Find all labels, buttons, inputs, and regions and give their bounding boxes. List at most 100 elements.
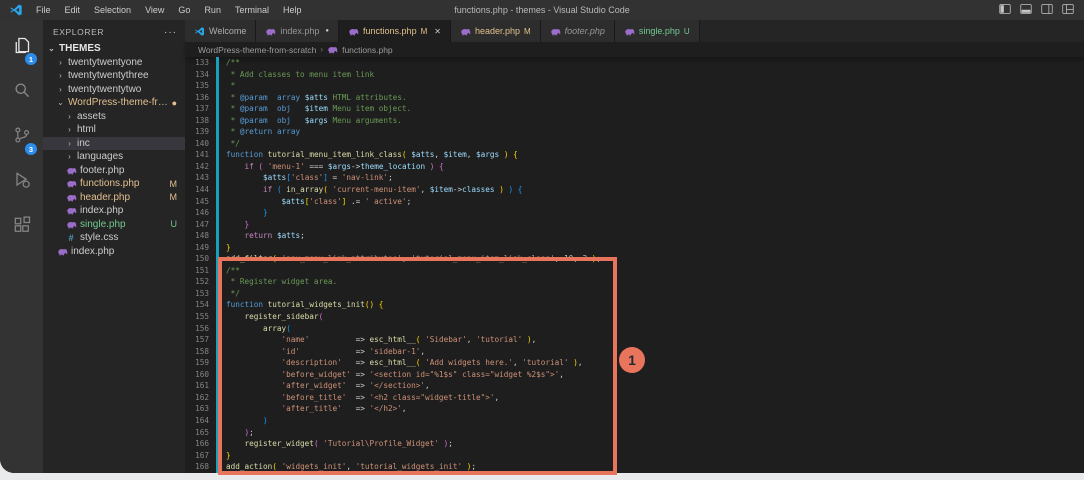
item-label: assets — [77, 110, 106, 122]
activity-source-control[interactable]: 3 — [0, 115, 43, 160]
menu-selection[interactable]: Selection — [87, 0, 138, 20]
vscode-icon — [194, 26, 205, 37]
menu-run[interactable]: Run — [197, 0, 228, 20]
code-text: array( — [263, 323, 291, 333]
line-number: 133 — [195, 58, 209, 67]
code-text: } — [244, 219, 250, 229]
item-label: twentytwentythree — [68, 70, 149, 82]
code-line-149: 149} — [185, 241, 1084, 254]
item-label: html — [77, 124, 96, 136]
code-text: * @param obj $args Menu arguments. — [226, 115, 402, 125]
line-number: 144 — [195, 185, 209, 195]
git-status-badge: U — [170, 219, 178, 230]
item-label: index.php — [80, 205, 124, 217]
tab-index-php[interactable]: index.php ● — [256, 20, 340, 42]
tab-single-php[interactable]: single.php U — [614, 20, 700, 42]
code-line-155: 155 register_sidebar( — [185, 311, 1084, 323]
sidebar-item-twentytwentyone[interactable]: › twentytwentyone — [43, 56, 185, 70]
php-icon — [624, 26, 635, 37]
sidebar-item-style-css[interactable]: # style.css — [43, 231, 185, 245]
toggle-primary-sidebar-icon[interactable] — [999, 3, 1011, 15]
sidebar-item-html[interactable]: › html — [43, 123, 185, 137]
sidebar-item-index-php[interactable]: index.php — [43, 245, 185, 259]
line-number: 139 — [195, 127, 209, 137]
line-number: 158 — [195, 346, 209, 356]
sidebar-item-index-php[interactable]: index.php — [43, 204, 185, 218]
code-line-150: 150 add_filter( 'nav_menu_link_attributes… — [185, 253, 1084, 265]
activity-explorer[interactable]: 1 — [0, 25, 43, 70]
menu-go[interactable]: Go — [171, 0, 197, 20]
sidebar-item-languages[interactable]: › languages — [43, 150, 185, 164]
code-line-142: 142 if ( 'menu-1' === $args->theme_locat… — [185, 160, 1084, 173]
code-text: */ — [226, 288, 240, 298]
customize-layout-icon[interactable] — [1062, 3, 1074, 15]
sidebar-item-header-php[interactable]: header.php M — [43, 191, 185, 205]
toggle-panel-icon[interactable] — [1020, 3, 1032, 15]
activity-run-and-debug[interactable] — [0, 160, 43, 205]
line-number: 164 — [195, 415, 209, 425]
line-number: 166 — [195, 439, 209, 449]
sidebar-item-assets[interactable]: › assets — [43, 110, 185, 124]
sidebar-item-twentytwentytwo[interactable]: › twentytwentytwo — [43, 83, 185, 97]
chevron-down-icon: ⌄ — [48, 44, 55, 54]
sidebar-item-themes[interactable]: ⌄ THEMES — [43, 42, 185, 56]
explorer-more-actions-icon[interactable]: ··· — [164, 27, 177, 38]
tab-label: header.php — [474, 26, 520, 36]
code-text: if ( 'menu-1' === $args->theme_location … — [244, 161, 444, 171]
menu-edit[interactable]: Edit — [58, 0, 88, 20]
tab-welcome[interactable]: Welcome — [185, 20, 257, 42]
item-label: functions.php — [80, 178, 140, 190]
code-text: if ( in_array( 'current-menu-item', $ite… — [263, 185, 523, 195]
line-number: 162 — [195, 392, 209, 402]
item-label: style.css — [80, 232, 119, 244]
sidebar-item-twentytwentythree[interactable]: › twentytwentythree — [43, 69, 185, 83]
activity-search[interactable] — [0, 70, 43, 115]
code-text: 'before_widget' => '<section id="%1$s" c… — [281, 369, 564, 379]
tab-footer-php[interactable]: footer.php — [540, 20, 615, 42]
sidebar-item-wordpress-theme-from-scratch[interactable]: ⌄ WordPress-theme-from-scratch● — [43, 96, 185, 110]
chevron-right-icon: › — [59, 84, 62, 94]
tab-label: footer.php — [564, 26, 605, 36]
git-status-badge: U — [683, 26, 690, 36]
code-text: /** — [226, 265, 240, 275]
breadcrumb-folder[interactable]: WordPress-theme-from-scratch — [198, 45, 316, 55]
sidebar-item-footer-php[interactable]: footer.php — [43, 164, 185, 178]
menu-file[interactable]: File — [29, 0, 58, 20]
tab-functions-php[interactable]: functions.php M ✕ — [339, 20, 451, 42]
line-number: 136 — [195, 92, 209, 102]
vscode-window: File Edit Selection View Go Run Terminal Help f… — [0, 0, 1084, 473]
tab-header-php[interactable]: header.php M — [450, 20, 541, 42]
menu-help[interactable]: Help — [276, 0, 309, 20]
line-number: 137 — [195, 104, 209, 114]
code-text: function tutorial_widgets_init() { — [226, 300, 384, 310]
activity-badge: 3 — [25, 143, 37, 155]
code-text: * @param array $atts HTML attributes. — [226, 92, 407, 102]
activity-extensions[interactable] — [0, 205, 43, 250]
toggle-secondary-sidebar-icon[interactable] — [1041, 3, 1053, 15]
breadcrumb-file[interactable]: functions.php — [342, 45, 393, 55]
code-line-162: 162 'before_title' => '<h2 class="widget… — [185, 391, 1084, 404]
menu-terminal[interactable]: Terminal — [228, 0, 276, 20]
item-label: single.php — [80, 218, 126, 230]
code-line-165: 165 ); — [185, 426, 1084, 439]
menu-view[interactable]: View — [138, 0, 171, 20]
title-bar: File Edit Selection View Go Run Terminal Help f… — [0, 0, 1084, 20]
sidebar-item-functions-php[interactable]: functions.php M — [43, 177, 185, 191]
code-line-136: 136 * @param array $atts HTML attributes… — [185, 91, 1084, 104]
code-text: 'after_title' => '</h2>', — [281, 404, 407, 414]
code-line-133: 133 /** — [185, 57, 1084, 69]
sidebar-item-single-php[interactable]: single.php U — [43, 218, 185, 232]
code-text: 'name' => esc_html__( 'Sidebar', 'tutori… — [281, 335, 537, 345]
sidebar-item-inc[interactable]: › inc — [43, 136, 185, 150]
code-editor[interactable]: 133/** 134 * Add classes to menu item lin… — [185, 57, 1084, 473]
code-text: add_action( 'widgets_init', 'tutorial_wi… — [226, 462, 477, 472]
line-number: 160 — [195, 369, 209, 379]
line-number: 151 — [195, 265, 209, 275]
code-line-148: 148 return $atts; — [185, 230, 1084, 242]
php-icon — [65, 205, 77, 216]
line-number: 138 — [195, 115, 209, 125]
vscode-logo-icon — [10, 4, 22, 16]
code-line-146: 146 } — [185, 207, 1084, 219]
code-line-135: 135 * — [185, 80, 1084, 92]
close-icon[interactable]: ✕ — [434, 27, 441, 36]
